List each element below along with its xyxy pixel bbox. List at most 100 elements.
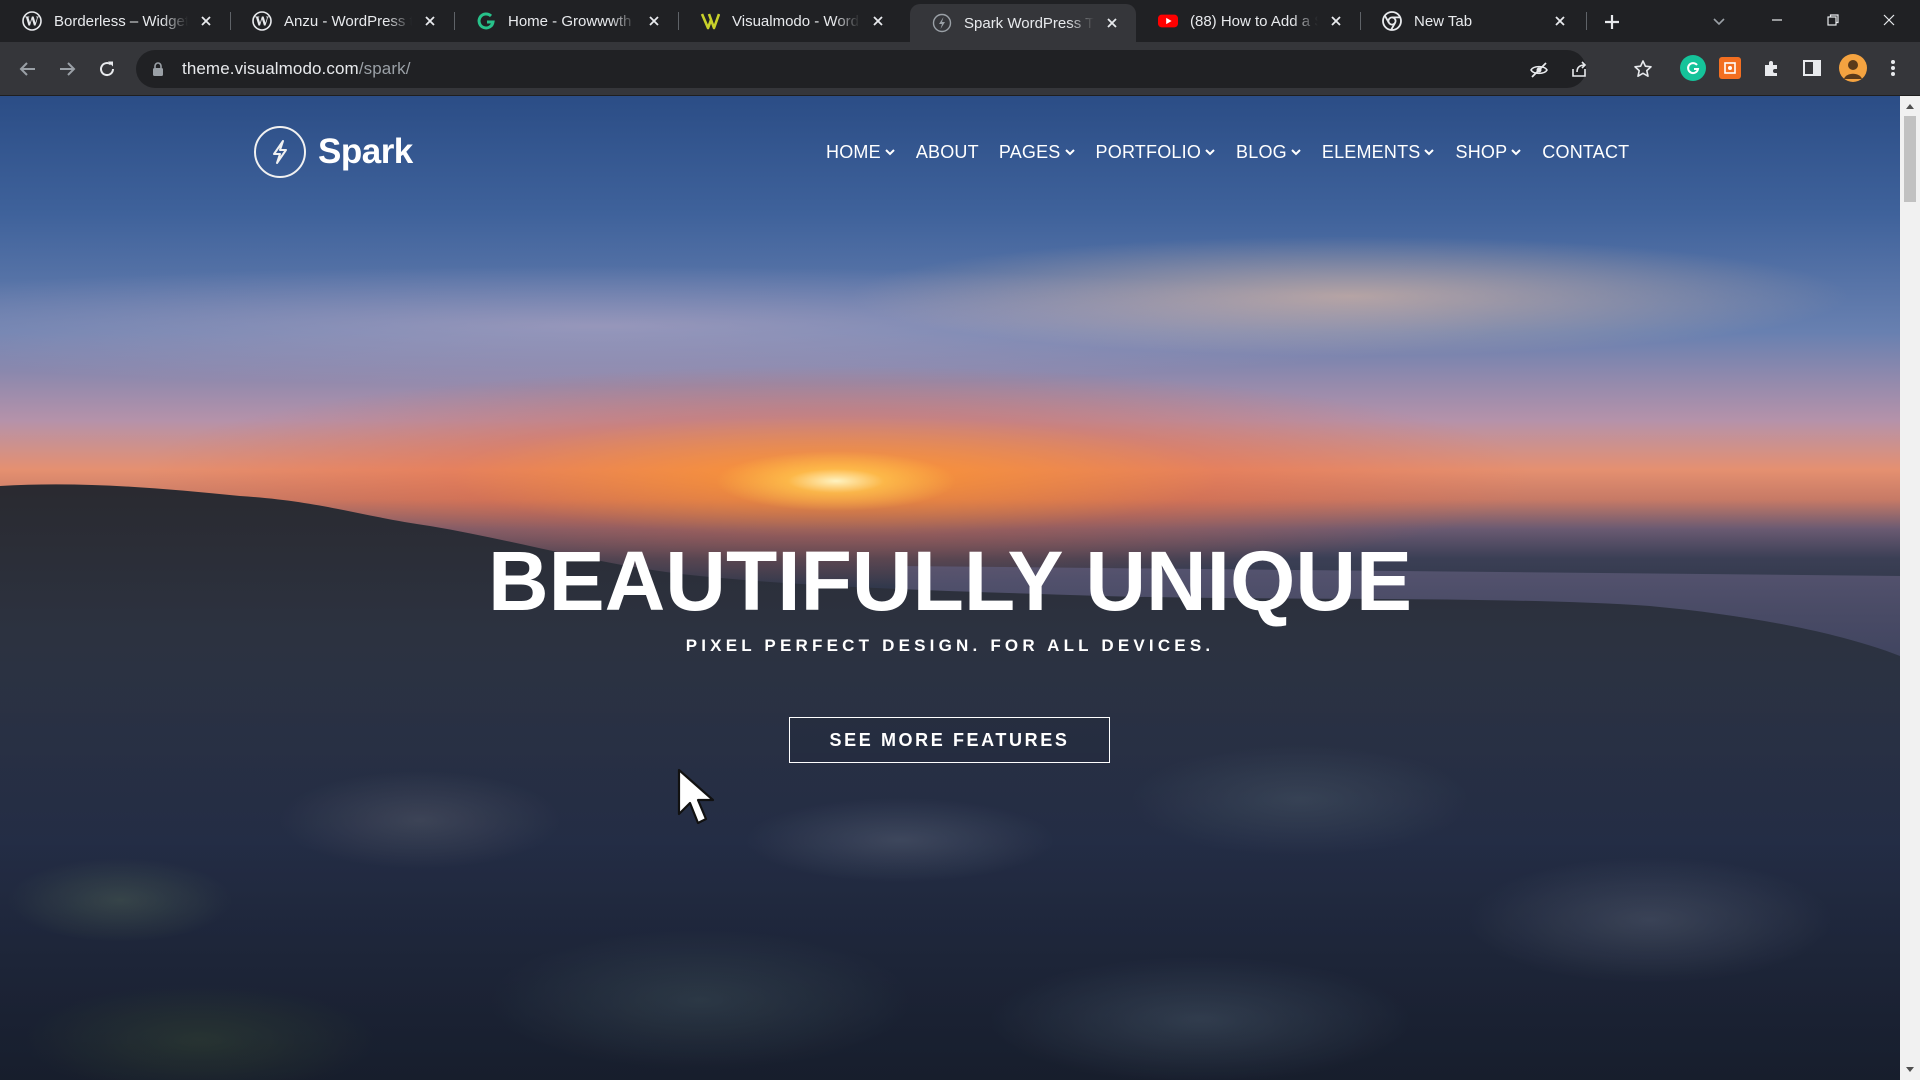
nav-label: SHOP [1455,141,1508,162]
nav-label: ABOUT [915,141,979,162]
tab-strip: W Borderless – Widgets W Anzu - WordPres… [0,0,1920,42]
svg-text:W: W [24,15,39,29]
close-icon[interactable] [644,11,664,31]
tab-separator [1586,12,1587,30]
close-icon[interactable] [1326,11,1346,31]
chevron-down-icon [1204,146,1216,158]
tab-growwwth[interactable]: Home - Growwwth [454,0,678,42]
tab-title: New Tab [1414,12,1473,30]
kebab-menu-icon [1891,60,1895,76]
tab-new-tab[interactable]: New Tab [1360,0,1584,42]
nav-label: PAGES [998,141,1061,162]
site-logo[interactable]: Spark [254,126,413,178]
new-tab-button[interactable] [1598,8,1626,36]
back-button[interactable] [14,55,42,83]
nav-label: CONTACT [1542,141,1630,162]
visualmodo-icon [700,11,720,31]
forward-button[interactable] [53,55,81,83]
site-brand-name: Spark [318,132,413,171]
tab-title: Home - Growwwth [508,12,632,30]
chevron-down-icon [884,146,896,158]
page-scrollbar[interactable] [1900,96,1920,1080]
reload-button[interactable] [93,55,121,83]
chevron-down-icon [1423,146,1435,158]
nav-label: PORTFOLIO [1095,141,1202,162]
tracking-protection-icon[interactable] [1528,59,1550,81]
tab-anzu[interactable]: W Anzu - WordPress theme [230,0,454,42]
chrome-icon [1382,11,1402,31]
site-header: Spark HOME ABOUT PAGES PORTFOLIO BLOG EL… [0,96,1900,206]
tab-title: Borderless – Widgets [54,12,188,30]
address-bar[interactable]: theme.visualmodo.com/spark/ [136,50,1587,88]
orange-extension-icon[interactable] [1719,57,1741,79]
close-icon[interactable] [1550,11,1570,31]
extensions-puzzle-icon[interactable] [1759,55,1785,81]
svg-text:W: W [254,15,269,29]
scroll-down-arrow-icon[interactable] [1900,1062,1920,1078]
tab-title: Anzu - WordPress theme [284,12,412,30]
hero-title: BEAUTIFULLY UNIQUE [487,534,1413,628]
url-text: theme.visualmodo.com/spark/ [182,59,411,79]
tab-youtube[interactable]: (88) How to Add a Search [1136,0,1360,42]
tab-title: Spark WordPress Theme [964,14,1094,32]
lock-icon[interactable] [150,61,166,77]
close-icon[interactable] [196,11,216,31]
plus-icon [1605,15,1619,29]
side-panel-icon[interactable] [1799,55,1825,81]
nav-blog[interactable]: BLOG [1236,142,1302,163]
growwwth-icon [476,11,496,31]
arrow-right-icon [60,62,76,76]
nav-label: HOME [826,141,881,162]
tab-spark[interactable]: Spark WordPress Theme [910,4,1136,42]
url-path: /spark/ [358,59,411,78]
minimize-icon [1772,19,1782,21]
youtube-icon [1158,11,1178,31]
nav-contact[interactable]: CONTACT [1542,142,1629,163]
wordpress-icon: W [252,11,272,31]
close-icon [1883,14,1895,26]
chevron-down-icon [1064,146,1076,158]
scrollbar-thumb[interactable] [1904,116,1916,202]
main-navigation: HOME ABOUT PAGES PORTFOLIO BLOG ELEMENTS… [826,136,1649,168]
tab-visualmodo[interactable]: Visualmodo - WordPress [678,0,902,42]
see-more-features-button[interactable]: SEE MORE FEATURES [789,717,1110,763]
arrow-left-icon [19,62,35,76]
share-icon[interactable] [1568,59,1590,81]
mouse-cursor-icon [677,768,715,825]
profile-avatar[interactable] [1839,54,1867,82]
chevron-down-icon [1713,18,1725,26]
nav-label: BLOG [1236,141,1287,162]
restore-icon [1827,14,1839,26]
close-window-button[interactable] [1862,0,1916,40]
nav-about[interactable]: ABOUT [916,142,979,163]
hero-subtitle: PIXEL PERFECT DESIGN. FOR ALL DEVICES. [685,636,1215,655]
scroll-up-arrow-icon[interactable] [1900,98,1920,114]
nav-elements[interactable]: ELEMENTS [1322,142,1436,163]
tab-title: Visualmodo - WordPress [732,12,860,30]
chrome-menu-button[interactable] [1880,55,1906,81]
reload-icon [100,61,115,77]
spark-logo-icon [254,126,306,178]
tab-title: (88) How to Add a Search [1190,12,1318,30]
nav-label: ELEMENTS [1321,141,1421,162]
wordpress-icon: W [22,11,42,31]
nav-portfolio[interactable]: PORTFOLIO [1096,142,1217,163]
grammarly-extension-icon[interactable] [1680,55,1706,81]
tab-search-button[interactable] [1706,8,1732,34]
page-viewport: Spark HOME ABOUT PAGES PORTFOLIO BLOG EL… [0,96,1900,1080]
close-icon[interactable] [1102,13,1122,33]
minimize-button[interactable] [1750,0,1804,40]
browser-toolbar: theme.visualmodo.com/spark/ [0,42,1920,96]
restore-button[interactable] [1806,0,1860,40]
chevron-down-icon [1510,146,1522,158]
spark-favicon-icon [932,13,952,33]
bookmark-star-icon[interactable] [1632,58,1654,80]
tab-borderless[interactable]: W Borderless – Widgets [0,0,230,42]
url-host: theme.visualmodo.com [182,59,359,78]
nav-shop[interactable]: SHOP [1455,142,1522,163]
nav-home[interactable]: HOME [826,142,896,163]
nav-pages[interactable]: PAGES [999,142,1076,163]
close-icon[interactable] [420,11,440,31]
chevron-down-icon [1290,146,1302,158]
close-icon[interactable] [868,11,888,31]
